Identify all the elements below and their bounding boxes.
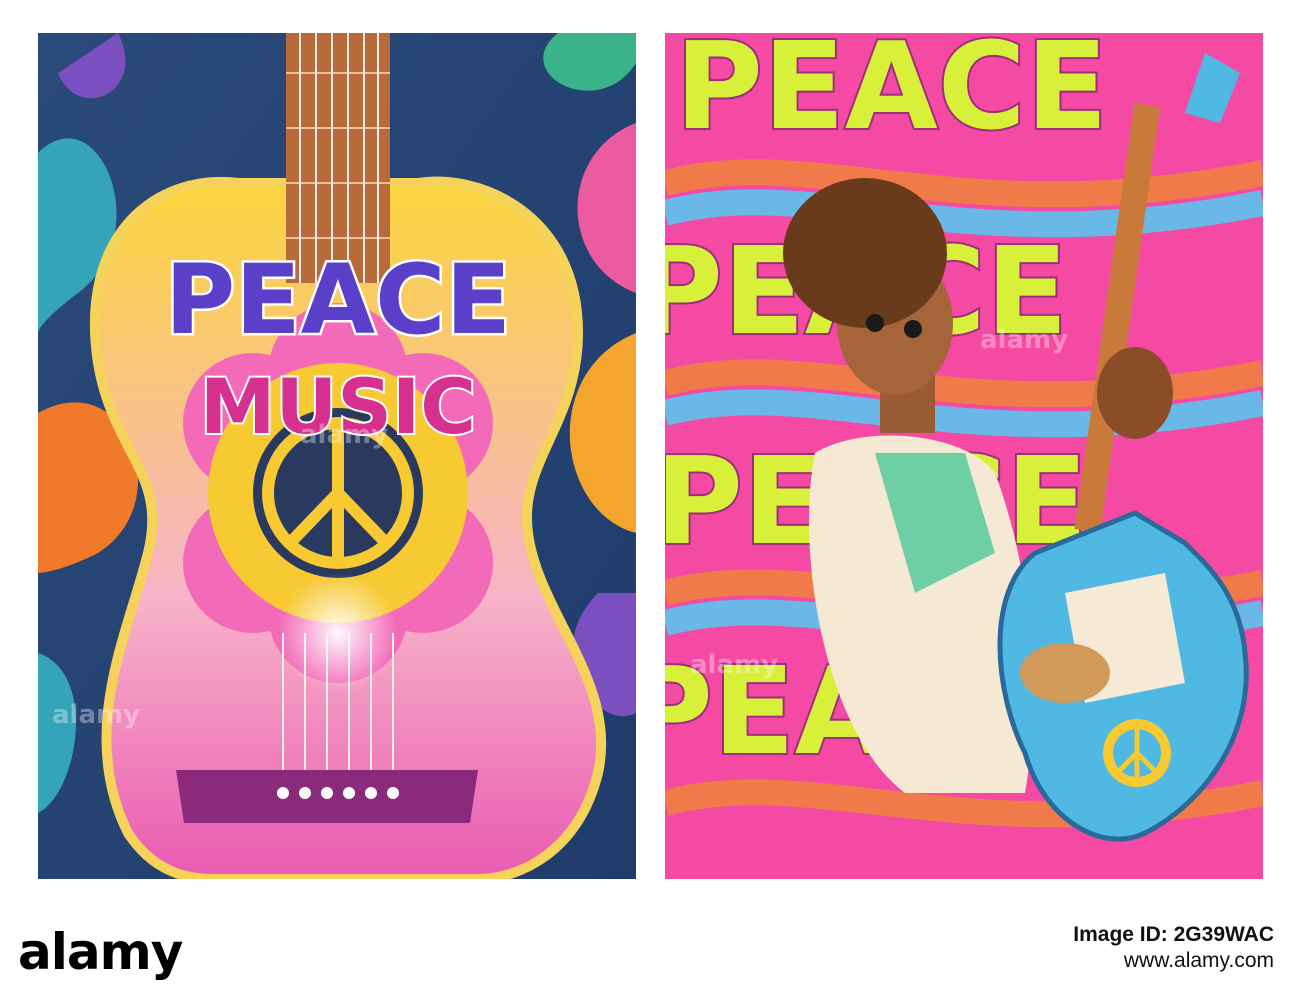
title-peace: PEACE (165, 244, 511, 356)
site-url: www.alamy.com (1123, 949, 1274, 972)
image-id: Image ID: 2G39WAC (1073, 923, 1274, 946)
title-music: MUSIC (200, 362, 476, 451)
poster-guitarist: PEACE PEACE PEACE PEACE (665, 33, 1263, 879)
stock-footer: alamy Image ID: 2G39WAC www.alamy.com (0, 905, 1300, 1001)
bg-word-1: PEACE (675, 33, 1108, 157)
guitarist-illustration: PEACE PEACE PEACE PEACE (665, 33, 1263, 879)
stock-meta: Image ID: 2G39WAC www.alamy.com (1073, 923, 1274, 973)
alamy-logo: alamy (18, 923, 183, 981)
guitar-illustration: PEACE MUSIC (38, 33, 636, 879)
poster-peace-music: PEACE MUSIC (38, 33, 636, 879)
